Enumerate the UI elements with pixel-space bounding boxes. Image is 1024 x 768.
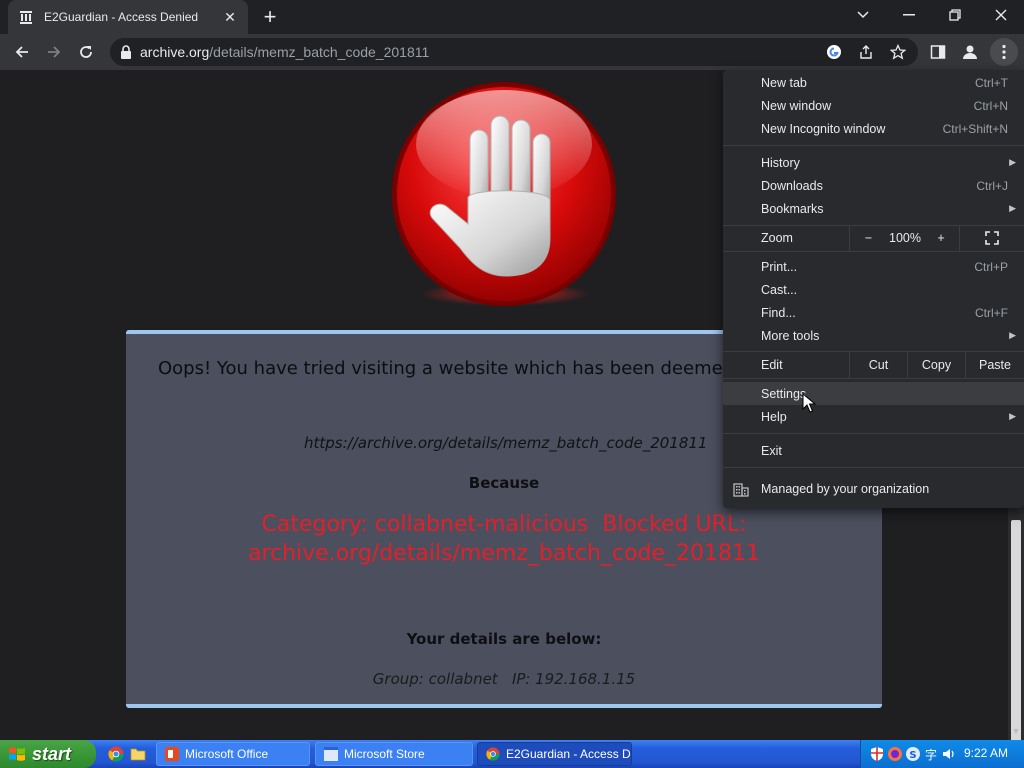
menu-separator bbox=[723, 467, 1024, 468]
menu-help[interactable]: Help ▶ bbox=[723, 405, 1024, 428]
menu-zoom-row: Zoom − 100% + bbox=[723, 225, 1024, 251]
menu-new-tab[interactable]: New tab Ctrl+T bbox=[723, 71, 1024, 94]
minimize-icon[interactable] bbox=[886, 0, 932, 30]
menu-find[interactable]: Find... Ctrl+F bbox=[723, 301, 1024, 324]
start-label: start bbox=[32, 743, 72, 764]
menu-separator bbox=[723, 145, 1024, 146]
store-window-icon bbox=[324, 747, 338, 761]
block-reason-line-2: archive.org/details/memz_batch_code_2018… bbox=[247, 541, 761, 566]
paste-button[interactable]: Paste bbox=[965, 352, 1024, 378]
start-button[interactable]: start bbox=[0, 740, 96, 768]
menu-history[interactable]: History ▶ bbox=[723, 151, 1024, 174]
tab-close-icon[interactable]: ✕ bbox=[222, 9, 238, 26]
menu-new-window[interactable]: New window Ctrl+N bbox=[723, 94, 1024, 117]
taskbar-e2guardian[interactable]: E2Guardian - Access D... bbox=[477, 742, 632, 766]
tab-e2guardian[interactable]: E2Guardian - Access Denied ✕ bbox=[8, 0, 248, 34]
profile-icon[interactable] bbox=[960, 42, 980, 62]
submenu-arrow-icon: ▶ bbox=[1009, 411, 1016, 421]
lock-icon[interactable] bbox=[120, 45, 132, 59]
taskbar: start Microsoft Office Microsoft Store E… bbox=[0, 740, 1024, 768]
taskbar-microsoft-office[interactable]: Microsoft Office bbox=[156, 742, 310, 766]
forward-arrow-icon[interactable] bbox=[40, 38, 68, 66]
block-reason-line-1: Category: collabnet-malicious Blocked UR… bbox=[261, 512, 747, 537]
chrome-quicklaunch-icon[interactable] bbox=[108, 746, 124, 762]
office-icon bbox=[165, 747, 179, 761]
menu-separator bbox=[723, 433, 1024, 434]
folder-quicklaunch-icon[interactable] bbox=[130, 746, 146, 762]
clock: 9:22 AM bbox=[963, 746, 1008, 760]
edit-label: Edit bbox=[761, 358, 783, 372]
svg-text:S: S bbox=[909, 750, 916, 761]
menu-bookmarks[interactable]: Bookmarks ▶ bbox=[723, 197, 1024, 220]
back-arrow-icon[interactable] bbox=[8, 38, 36, 66]
building-icon bbox=[733, 481, 749, 497]
menu-new-incognito[interactable]: New Incognito window Ctrl+Shift+N bbox=[723, 117, 1024, 140]
menu-downloads[interactable]: Downloads Ctrl+J bbox=[723, 174, 1024, 197]
menu-separator bbox=[723, 378, 1024, 379]
fullscreen-icon[interactable] bbox=[959, 225, 1024, 251]
tab-strip: E2Guardian - Access Denied ✕ + bbox=[0, 0, 1024, 34]
chrome-taskbar-icon bbox=[486, 747, 500, 761]
google-lens-icon[interactable] bbox=[822, 42, 846, 62]
mouse-pointer-icon bbox=[802, 393, 816, 413]
tab-search-chevron-icon[interactable] bbox=[840, 0, 886, 30]
scroll-down-arrow-icon[interactable]: ▼ bbox=[1011, 726, 1021, 736]
reload-icon[interactable] bbox=[72, 38, 100, 66]
restore-icon[interactable] bbox=[932, 0, 978, 30]
volume-tray-icon[interactable] bbox=[941, 746, 957, 762]
chrome-main-menu: New tab Ctrl+T New window Ctrl+N New Inc… bbox=[723, 70, 1024, 508]
submenu-arrow-icon: ▶ bbox=[1009, 330, 1016, 340]
address-bar[interactable]: archive.org/details/memz_batch_code_2018… bbox=[110, 38, 918, 66]
svg-text:字: 字 bbox=[925, 747, 937, 762]
close-window-icon[interactable] bbox=[978, 0, 1024, 30]
firefox-tray-icon[interactable] bbox=[887, 746, 903, 762]
menu-exit[interactable]: Exit bbox=[723, 439, 1024, 462]
menu-cast[interactable]: Cast... bbox=[723, 278, 1024, 301]
zoom-level: 100% bbox=[889, 231, 921, 245]
menu-managed-by-org[interactable]: Managed by your organization bbox=[723, 477, 1024, 500]
input-method-tray-icon[interactable]: 字 bbox=[923, 746, 939, 762]
chrome-menu-kebab-icon[interactable] bbox=[990, 38, 1018, 66]
archive-favicon-icon bbox=[18, 9, 34, 25]
new-tab-plus-icon[interactable]: + bbox=[258, 6, 282, 28]
menu-settings[interactable]: Settings bbox=[723, 382, 1024, 405]
bookmark-star-icon[interactable] bbox=[886, 42, 910, 62]
details-heading: Your details are below: bbox=[406, 630, 602, 648]
submenu-arrow-icon: ▶ bbox=[1009, 203, 1016, 213]
tab-title: E2Guardian - Access Denied bbox=[44, 10, 199, 24]
copy-button[interactable]: Copy bbox=[907, 352, 965, 378]
side-panel-icon[interactable] bbox=[928, 42, 948, 62]
url-text: archive.org/details/memz_batch_code_2018… bbox=[140, 44, 430, 60]
zoom-label: Zoom bbox=[761, 231, 793, 245]
cut-button[interactable]: Cut bbox=[849, 352, 907, 378]
menu-more-tools[interactable]: More tools ▶ bbox=[723, 324, 1024, 347]
user-details: Group: collabnet IP: 192.168.1.15 bbox=[372, 670, 636, 688]
menu-separator bbox=[723, 251, 1024, 252]
system-tray: S 字 9:22 AM bbox=[860, 740, 1024, 768]
taskbar-microsoft-store[interactable]: Microsoft Store bbox=[315, 742, 473, 766]
stop-hand-icon bbox=[392, 82, 616, 306]
submenu-arrow-icon: ▶ bbox=[1009, 157, 1016, 167]
zoom-out-button[interactable]: − bbox=[849, 225, 887, 251]
screen: E2Guardian - Access Denied ✕ + archive.o… bbox=[0, 0, 1024, 768]
menu-edit-row: Edit Cut Copy Paste bbox=[723, 352, 1024, 378]
windows-flag-icon bbox=[9, 747, 25, 761]
browser-toolbar: archive.org/details/memz_batch_code_2018… bbox=[0, 34, 1024, 70]
zoom-in-button[interactable]: + bbox=[923, 225, 959, 251]
share-icon[interactable] bbox=[854, 42, 878, 62]
menu-print[interactable]: Print... Ctrl+P bbox=[723, 255, 1024, 278]
skype-tray-icon[interactable]: S bbox=[905, 746, 921, 762]
security-shield-icon[interactable] bbox=[869, 746, 885, 762]
block-reason: Category: collabnet-malicious Blocked UR… bbox=[126, 510, 882, 568]
